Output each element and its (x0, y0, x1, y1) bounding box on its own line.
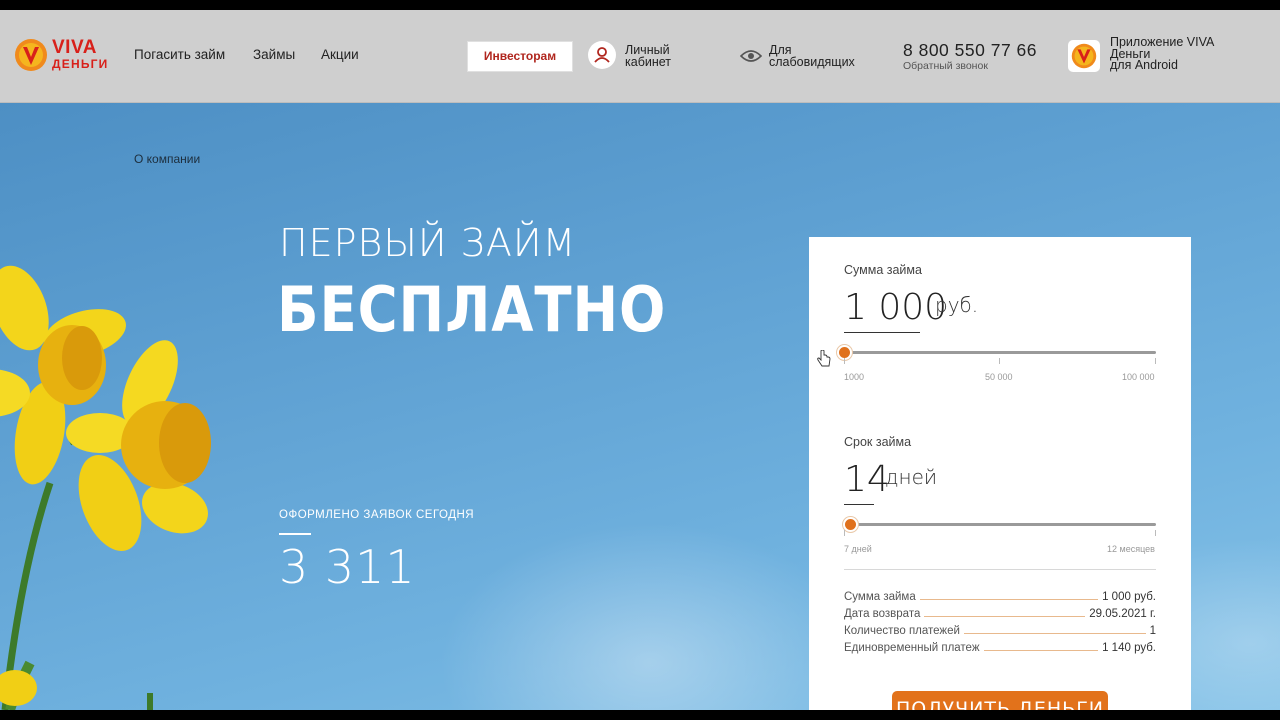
term-unit: дней (885, 465, 938, 489)
amount-unit: руб. (935, 293, 979, 317)
summary-row: Единовременный платеж 1 140 руб. (844, 638, 1156, 654)
amount-tick (1155, 358, 1156, 364)
summary-key: Количество платежей (844, 625, 960, 637)
personal-account-line2: кабинет (625, 55, 672, 69)
daffodil-left (0, 265, 126, 485)
accessibility-link[interactable]: Для слабовидящих (769, 44, 855, 69)
term-tick-max: 12 месяцев (1107, 544, 1155, 554)
android-app-icon[interactable] (1068, 40, 1100, 72)
summary-row: Количество платежей 1 (844, 621, 1156, 637)
hand-cursor-icon (817, 350, 831, 367)
nav-promotions[interactable]: Акции (321, 47, 359, 62)
term-label: Срок займа (844, 435, 912, 449)
hero-headline-line1: ПЕРВЫЙ ЗАЙМ (279, 221, 577, 265)
summary-row: Сумма займа 1 000 руб. (844, 587, 1156, 603)
summary-value: 1 140 руб. (1102, 642, 1156, 654)
amount-tick (844, 358, 845, 364)
user-icon[interactable] (588, 41, 616, 69)
app-promo-line3: для Android (1110, 58, 1178, 72)
site-header: VIVA ДЕНЬГИ Погасить займ Займы Акции Ин… (0, 10, 1280, 103)
summary-value: 29.05.2021 г. (1089, 608, 1156, 620)
phone-number[interactable]: 8 800 550 77 66 (903, 40, 1037, 61)
logo-text-dengi: ДЕНЬГИ (52, 57, 109, 71)
callback-link[interactable]: Обратный звонок (903, 60, 988, 72)
amount-tick-mid: 50 000 (985, 372, 1013, 382)
summary-leader (919, 599, 1099, 600)
personal-account-link[interactable]: Личный кабинет (625, 44, 672, 69)
eye-icon[interactable] (740, 49, 762, 63)
summary-leader (983, 650, 1099, 651)
term-tick-min: 7 дней (844, 544, 872, 554)
loan-calculator: Сумма займа 1 000 руб. 1000 50 000 100 0… (809, 237, 1191, 710)
summary-leader (963, 633, 1146, 634)
summary-row: Дата возврата 29.05.2021 г. (844, 604, 1156, 620)
term-slider-thumb[interactable] (843, 517, 859, 532)
applications-today-count: 3 311 (279, 540, 416, 594)
logo[interactable]: VIVA ДЕНЬГИ (14, 38, 114, 78)
logo-text-viva: VIVA (52, 37, 97, 58)
applications-today-label: ОФОРМЛЕНО ЗАЯВОК СЕГОДНЯ (279, 509, 475, 521)
amount-label: Сумма займа (844, 263, 922, 277)
term-slider-track[interactable] (844, 523, 1156, 526)
summary-key: Дата возврата (844, 608, 921, 620)
term-tick (844, 530, 845, 536)
amount-tick (999, 358, 1000, 364)
amount-tick-min: 1000 (844, 372, 865, 382)
breadcrumb-about-company[interactable]: О компании (134, 152, 200, 166)
android-app-link[interactable]: Приложение VIVA Деньги для Android (1110, 36, 1214, 72)
amount-value[interactable]: 1 000 (844, 287, 947, 328)
get-money-button[interactable]: ПОЛУЧИТЬ ДЕНЬГИ (892, 691, 1108, 710)
nav-repay-loan[interactable]: Погасить займ (134, 47, 225, 62)
hero-section: О компании ПЕРВЫЙ ЗАЙМ БЕСПЛАТНО ОФОРМЛЕ… (0, 103, 1280, 710)
summary-value: 1 000 руб. (1102, 591, 1156, 603)
daffodil-image (0, 265, 211, 710)
browser-viewport: VIVA ДЕНЬГИ Погасить займ Займы Акции Ин… (0, 10, 1280, 710)
term-underline (844, 504, 874, 505)
applications-divider (279, 533, 311, 535)
summary-value: 1 (1149, 625, 1156, 637)
summary-divider (844, 569, 1156, 570)
summary-key: Единовременный платеж (844, 642, 980, 654)
term-tick (1155, 530, 1156, 536)
hero-headline-line2: БЕСПЛАТНО (277, 273, 667, 346)
term-value[interactable]: 14 (844, 459, 890, 500)
amount-underline (844, 332, 920, 333)
investors-button[interactable]: Инвесторам (467, 41, 573, 72)
summary-leader (924, 616, 1086, 617)
viva-logo-icon (15, 39, 47, 71)
nav-loans[interactable]: Займы (253, 47, 295, 62)
amount-tick-max: 100 000 (1122, 372, 1155, 382)
summary-key: Сумма займа (844, 591, 916, 603)
amount-slider-track[interactable] (844, 351, 1156, 354)
accessibility-line2: слабовидящих (769, 55, 855, 69)
